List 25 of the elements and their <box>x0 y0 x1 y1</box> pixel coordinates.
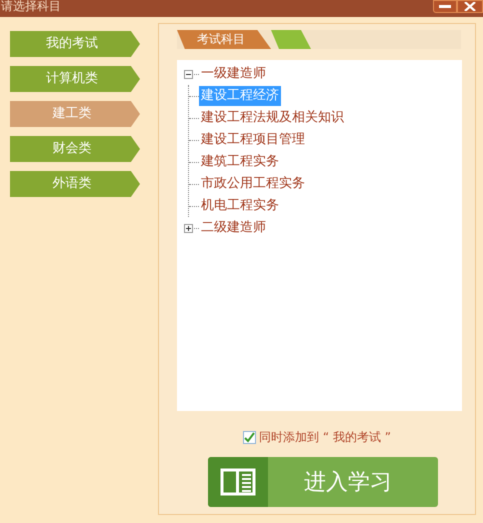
window-title: 请选择科目 <box>0 0 61 12</box>
tree-node[interactable]: 市政公用工程实务 <box>199 174 307 194</box>
tree-node[interactable]: 建设工程经济 <box>199 86 281 106</box>
tree-node[interactable]: 机电工程实务 <box>199 196 281 216</box>
close-button[interactable] <box>457 0 483 13</box>
expand-icon[interactable] <box>184 224 193 232</box>
close-icon <box>464 2 476 11</box>
collapse-icon[interactable] <box>184 70 193 78</box>
tree-node[interactable]: 二级建造师 <box>200 218 267 238</box>
sidebar-item[interactable]: 外语类 <box>10 171 140 197</box>
checkbox-label: 同时添加到 “ 我的考试 ” <box>259 429 391 446</box>
minimize-icon <box>439 5 451 8</box>
sidebar-item[interactable]: 财会类 <box>10 136 140 162</box>
checkbox[interactable] <box>243 430 256 444</box>
sidebar-item[interactable]: 计算机类 <box>10 66 140 92</box>
sidebar-item[interactable]: 建工类 <box>10 101 140 127</box>
sidebar-item[interactable]: 我的考试 <box>10 31 140 57</box>
start-learning-button[interactable]: 进入学习 <box>208 457 438 507</box>
tree-node[interactable]: 建筑工程实务 <box>199 152 281 172</box>
minimize-button[interactable] <box>433 0 457 13</box>
tree-node[interactable]: 一级建造师 <box>200 64 267 84</box>
tree-node[interactable]: 建设工程项目管理 <box>199 130 307 150</box>
book-icon <box>220 468 256 496</box>
tree-node[interactable]: 建设工程法规及相关知识 <box>199 108 346 128</box>
check-icon <box>244 432 256 442</box>
